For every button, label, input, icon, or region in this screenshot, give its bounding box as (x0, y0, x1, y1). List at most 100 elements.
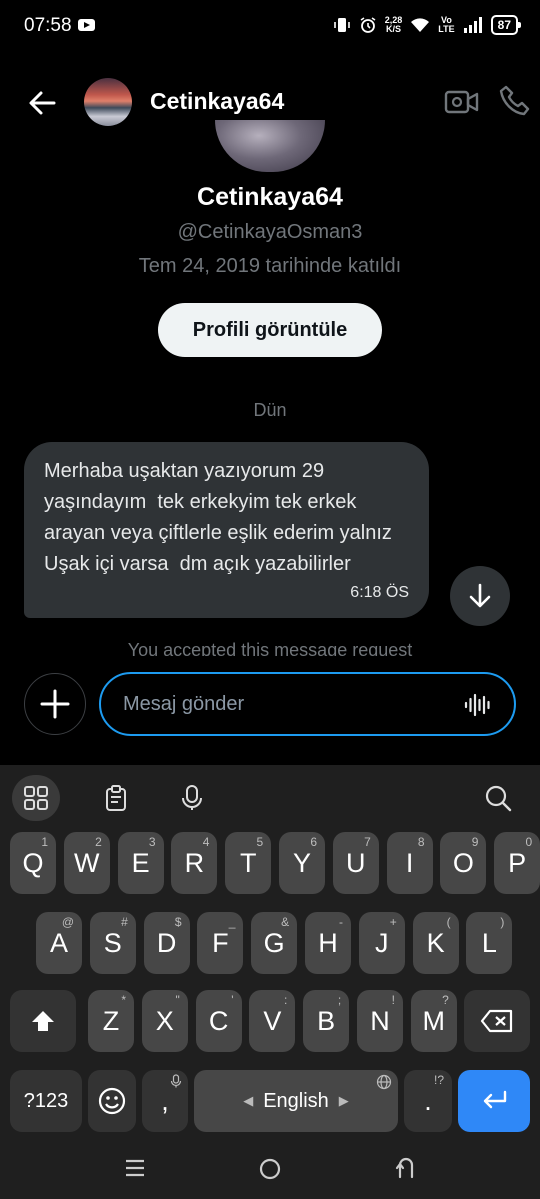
key-label: W (74, 847, 100, 878)
key-s[interactable]: S # (89, 912, 136, 974)
avatar[interactable] (84, 78, 132, 126)
key-hint: _ (228, 915, 236, 929)
shift-key[interactable] (10, 990, 76, 1052)
key-n[interactable]: N! (357, 990, 403, 1052)
phone-icon[interactable] (498, 84, 532, 118)
key-label: H (318, 927, 338, 958)
message-bubble[interactable]: Merhaba uşaktan yazıyorum 29 yaşındayım … (24, 442, 429, 618)
key-y[interactable]: Y6 (279, 832, 325, 894)
key-w[interactable]: W2 (63, 832, 110, 894)
key-e[interactable]: E3 (117, 832, 164, 894)
period-key[interactable]: . !? (404, 1070, 452, 1132)
key-label: I (405, 847, 414, 878)
message-input[interactable] (123, 688, 443, 720)
key-label: O (452, 847, 474, 878)
key-hint: - (339, 915, 343, 929)
key-label: B (317, 1005, 336, 1036)
wifi-icon (411, 18, 430, 32)
key-a[interactable]: A @ (36, 912, 82, 974)
key-i[interactable]: I8 (386, 832, 433, 894)
key-label: N (370, 1005, 390, 1036)
key-t[interactable]: T5 (225, 832, 272, 894)
scroll-to-bottom-button[interactable] (450, 566, 510, 626)
home-icon[interactable] (258, 1157, 282, 1181)
key-label: V (263, 1005, 282, 1036)
key-label: Q (22, 847, 44, 878)
key-label: J (375, 927, 389, 958)
space-label: English (263, 1089, 329, 1112)
recent-apps-icon[interactable] (124, 1157, 146, 1179)
message-time: 6:18 ÖS (350, 584, 409, 601)
system-navigation-bar (0, 1140, 540, 1199)
enter-key[interactable] (458, 1070, 530, 1132)
add-media-button[interactable] (24, 673, 86, 735)
voice-message-icon[interactable] (464, 691, 492, 719)
key-x[interactable]: X " (141, 990, 188, 1052)
key-o[interactable]: O9 (440, 832, 487, 894)
clipboard-icon[interactable] (92, 775, 140, 821)
keyboard-search-icon[interactable] (474, 775, 522, 821)
key-q[interactable]: Q1 (10, 832, 56, 894)
profile-handle: @CetinkayaOsman3 (177, 221, 363, 243)
key-b[interactable]: B; (303, 990, 350, 1052)
page-title[interactable]: Cetinkaya64 (150, 88, 284, 115)
key-hint: 2 (95, 835, 102, 849)
key-j[interactable]: J + (358, 912, 405, 974)
key-label: D (156, 927, 177, 958)
key-c[interactable]: C ' (195, 990, 242, 1052)
globe-icon (376, 1074, 392, 1090)
key-z[interactable]: Z * (88, 990, 134, 1052)
emoji-key[interactable] (88, 1070, 136, 1132)
key-hint: ? (442, 993, 449, 1007)
profile-photo (215, 120, 325, 172)
key-p[interactable]: P0 (494, 832, 540, 894)
key-hint: 3 (148, 835, 156, 849)
message-text: Merhaba uşaktan yazıyorum 29 yaşındayım … (44, 460, 398, 575)
key-k[interactable]: K( (412, 912, 459, 974)
volte-bottom: LTE (438, 24, 455, 34)
key-label: F (212, 927, 229, 958)
key-label: G (263, 927, 285, 958)
mic-hint-icon (170, 1074, 182, 1088)
status-time: 07:58 (24, 15, 72, 36)
key-hint: 9 (471, 835, 479, 849)
key-d[interactable]: D $ (143, 912, 190, 974)
backspace-key[interactable] (464, 990, 530, 1052)
key-label: K (426, 927, 445, 958)
shift-icon (32, 1011, 54, 1031)
back-nav-icon[interactable] (394, 1155, 418, 1179)
volte-indicator: Vo LTE (438, 16, 454, 34)
comma-label: , (161, 1085, 169, 1116)
message-input-container (99, 672, 516, 736)
back-arrow-icon[interactable] (24, 86, 60, 120)
key-r[interactable]: R4 (171, 832, 218, 894)
alarm-icon (360, 17, 376, 33)
enter-icon (483, 1090, 507, 1109)
key-label: E (131, 847, 150, 878)
grid-icon (24, 786, 48, 810)
key-hint: $ (174, 915, 182, 929)
day-separator: Dün (253, 400, 287, 420)
comma-key[interactable]: , (142, 1070, 188, 1132)
key-g[interactable]: G & (251, 912, 298, 974)
key-u[interactable]: U7 (332, 832, 379, 894)
key-l[interactable]: L) (466, 912, 513, 974)
plus-icon (40, 689, 70, 719)
view-profile-button[interactable]: Profili görüntüle (158, 303, 382, 357)
key-hint: 5 (256, 835, 264, 849)
mic-shape-icon (182, 785, 202, 810)
video-icon[interactable] (444, 88, 480, 116)
microphone-icon[interactable] (168, 775, 216, 821)
apps-grid-icon[interactable] (12, 775, 60, 821)
key-m[interactable]: M? (410, 990, 457, 1052)
profile-joined-date: Tem 24, 2019 tarihinde katıldı (138, 255, 402, 277)
symbols-key[interactable]: ?123 (10, 1070, 82, 1132)
period-hint: !? (433, 1073, 444, 1087)
space-key[interactable]: ◀ English ▶ (194, 1070, 398, 1132)
key-f[interactable]: F _ (197, 912, 244, 974)
key-h[interactable]: H- (305, 912, 351, 974)
key-hint: ! (391, 993, 395, 1007)
key-label: L (481, 927, 497, 958)
key-v[interactable]: V: (249, 990, 296, 1052)
key-hint: " (175, 993, 180, 1007)
